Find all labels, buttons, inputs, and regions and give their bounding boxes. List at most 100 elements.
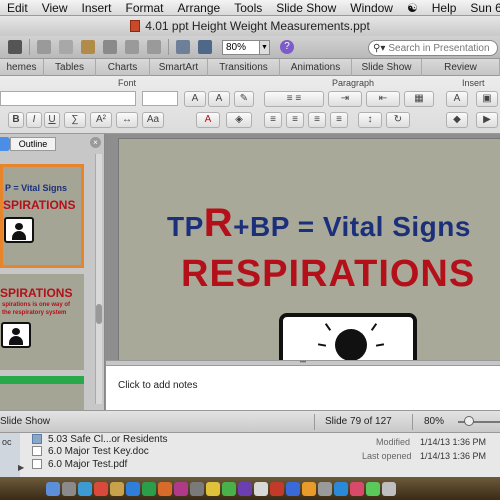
respiration-image[interactable] xyxy=(279,313,417,360)
menu-insert[interactable]: Insert xyxy=(74,0,118,15)
justify-icon[interactable]: ≡ xyxy=(330,112,348,128)
file-row[interactable]: 6.0 Major Test.pdf xyxy=(32,458,127,470)
powerpoint-dock-icon[interactable] xyxy=(158,481,172,496)
media-icon[interactable]: ▶ xyxy=(476,112,498,128)
clock[interactable]: Sun 6:1 xyxy=(463,0,500,15)
shape-icon[interactable]: ◆ xyxy=(446,112,468,128)
tab-slide-show[interactable]: Slide Show xyxy=(352,59,422,76)
menu-format[interactable]: Format xyxy=(119,0,171,15)
tab-tables[interactable]: Tables xyxy=(44,59,96,76)
help-icon[interactable]: ? xyxy=(280,40,294,54)
app-dock-icon[interactable] xyxy=(334,481,348,496)
outdent-button[interactable]: ⇤ xyxy=(366,91,400,107)
print-icon[interactable] xyxy=(8,40,22,54)
app-dock-icon[interactable] xyxy=(270,481,284,496)
clear-format-icon[interactable]: ✎ xyxy=(234,91,254,107)
strikethrough-icon[interactable]: ∑ xyxy=(64,112,86,128)
menu-help[interactable]: Help xyxy=(425,0,464,15)
line-spacing-icon[interactable]: ↕ xyxy=(358,112,382,128)
font-name-field[interactable] xyxy=(0,91,136,106)
facetime-dock-icon[interactable] xyxy=(222,481,236,496)
app-dock-icon[interactable] xyxy=(318,481,332,496)
picture-icon[interactable]: ▣ xyxy=(476,91,498,107)
slide-thumbnail-selected[interactable]: P = Vital Signs SPIRATIONS xyxy=(0,164,84,268)
launchpad-dock-icon[interactable] xyxy=(62,481,76,496)
bullets-button[interactable]: ≡ ≡ xyxy=(264,91,324,107)
change-case-icon[interactable]: Aa xyxy=(142,112,164,128)
calendar-dock-icon[interactable] xyxy=(94,481,108,496)
columns-button[interactable]: ▦ xyxy=(404,91,434,107)
excel-dock-icon[interactable] xyxy=(142,481,156,496)
highlight-icon[interactable]: ◈ xyxy=(226,112,252,128)
shrink-font-button[interactable]: A xyxy=(208,91,230,107)
font-size-field[interactable] xyxy=(142,91,178,106)
undo-icon[interactable] xyxy=(125,40,139,54)
tab-outline[interactable]: Outline xyxy=(10,137,56,151)
tab-review[interactable]: Review xyxy=(422,59,500,76)
toolbox-icon[interactable] xyxy=(198,40,212,54)
trash-dock-icon[interactable] xyxy=(382,481,396,496)
search-input[interactable]: ⚲▾ Search in Presentation xyxy=(368,40,498,56)
paste-icon[interactable] xyxy=(81,40,95,54)
align-left-icon[interactable]: ≡ xyxy=(264,112,282,128)
grow-font-button[interactable]: A xyxy=(184,91,206,107)
script-icon[interactable]: ☯ xyxy=(400,0,425,15)
menu-slide-show[interactable]: Slide Show xyxy=(269,0,343,15)
app-dock-icon[interactable] xyxy=(302,481,316,496)
indent-button[interactable]: ⇥ xyxy=(328,91,362,107)
slide-thumbnail[interactable] xyxy=(0,376,84,410)
preferences-dock-icon[interactable] xyxy=(190,481,204,496)
notes-pane[interactable]: Click to add notes xyxy=(106,366,500,410)
align-right-icon[interactable]: ≡ xyxy=(308,112,326,128)
close-panel-icon[interactable]: × xyxy=(90,137,101,148)
text-box-icon[interactable]: A xyxy=(446,91,468,107)
copy-icon[interactable] xyxy=(59,40,73,54)
align-center-icon[interactable]: ≡ xyxy=(286,112,304,128)
underline-button[interactable]: U xyxy=(44,112,60,128)
gallery-icon[interactable] xyxy=(176,40,190,54)
tab-animations[interactable]: Animations xyxy=(280,59,352,76)
notes-dock-icon[interactable] xyxy=(206,481,220,496)
slide-title[interactable]: TPR+BP = Vital Signs xyxy=(167,201,471,246)
slide[interactable]: TPR+BP = Vital Signs RESPIRATIONS xyxy=(118,138,500,360)
redo-icon[interactable] xyxy=(147,40,161,54)
format-painter-icon[interactable] xyxy=(103,40,117,54)
menu-window[interactable]: Window xyxy=(343,0,400,15)
menu-arrange[interactable]: Arrange xyxy=(171,0,228,15)
slide-thumbnail[interactable]: SPIRATIONS spirations is one way of the … xyxy=(0,274,84,370)
zoom-dropdown-icon[interactable]: ▼ xyxy=(260,39,270,55)
text-direction-icon[interactable]: ↻ xyxy=(386,112,410,128)
zoom-field[interactable]: 80% xyxy=(222,39,260,55)
file-row[interactable]: 5.03 Safe Cl...or Residents xyxy=(32,433,168,445)
menu-tools[interactable]: Tools xyxy=(227,0,269,15)
contacts-dock-icon[interactable] xyxy=(110,481,124,496)
app-dock-icon[interactable] xyxy=(366,481,380,496)
tab-smartart[interactable]: SmartArt xyxy=(150,59,208,76)
app-dock-icon[interactable] xyxy=(286,481,300,496)
app-dock-icon[interactable] xyxy=(254,481,268,496)
character-spacing-icon[interactable]: ↔ xyxy=(116,112,138,128)
cut-icon[interactable] xyxy=(37,40,51,54)
menu-view[interactable]: View xyxy=(35,0,75,15)
safari-dock-icon[interactable] xyxy=(78,481,92,496)
file-row[interactable]: 6.0 Major Test Key.doc xyxy=(32,445,149,457)
tab-slides[interactable] xyxy=(0,137,10,151)
finder-dock-icon[interactable] xyxy=(46,481,60,496)
app-dock-icon[interactable] xyxy=(238,481,252,496)
tab-themes[interactable]: hemes xyxy=(0,59,44,76)
disclosure-arrow-icon[interactable]: ▶ xyxy=(18,463,24,472)
menu-edit[interactable]: Edit xyxy=(0,0,35,15)
itunes-dock-icon[interactable] xyxy=(174,481,188,496)
tab-charts[interactable]: Charts xyxy=(96,59,150,76)
italic-button[interactable]: I xyxy=(26,112,42,128)
app-dock-icon[interactable] xyxy=(350,481,364,496)
zoom-slider-knob[interactable] xyxy=(464,416,474,426)
word-dock-icon[interactable] xyxy=(126,481,140,496)
bold-button[interactable]: B xyxy=(8,112,24,128)
panel-scrollbar[interactable] xyxy=(95,154,102,404)
slide-subtitle[interactable]: RESPIRATIONS xyxy=(181,253,475,296)
superscript-icon[interactable]: A² xyxy=(90,112,112,128)
panel-scroll-thumb[interactable] xyxy=(96,304,102,324)
text-color-button[interactable]: A xyxy=(196,112,220,128)
tab-transitions[interactable]: Transitions xyxy=(208,59,280,76)
